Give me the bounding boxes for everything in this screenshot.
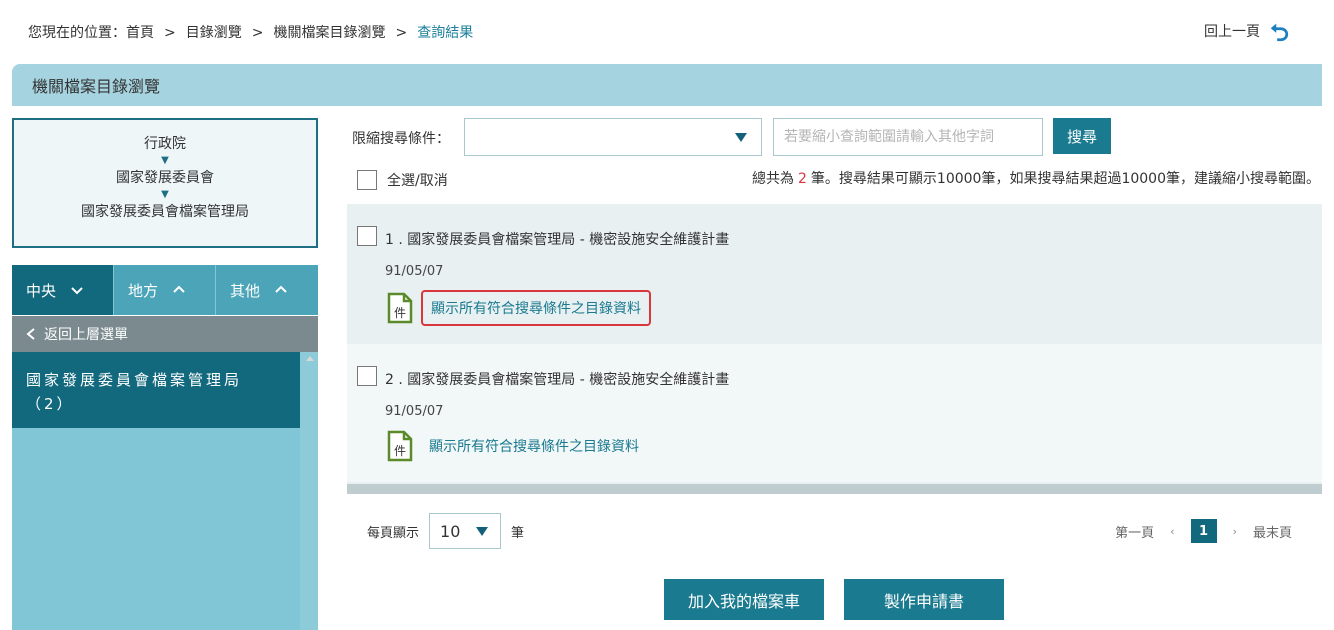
next-page-icon[interactable]: › [1233, 525, 1237, 538]
per-page-value: 10 [440, 521, 461, 541]
result-date: 91/05/07 [385, 264, 444, 279]
chevron-up-icon [173, 285, 185, 293]
first-page-link[interactable]: 第一頁 [1115, 522, 1154, 541]
last-page-link[interactable]: 最末頁 [1253, 522, 1292, 541]
breadcrumb-separator: > [164, 25, 176, 41]
page-title-bar: 機關檔案目錄瀏覽 [12, 64, 1322, 106]
page-number-current[interactable]: 1 [1190, 519, 1217, 543]
org-path-box: 行政院 ▼ 國家發展委員會 ▼ 國家發展委員會檔案管理局 [12, 118, 318, 248]
caret-down-icon [735, 133, 747, 142]
down-arrow-icon: ▼ [161, 189, 169, 200]
result-checkbox[interactable] [357, 366, 377, 386]
filter-keyword-input[interactable] [773, 118, 1043, 156]
result-item: 2 . 國家發展委員會檔案管理局 - 機密設施安全維護計畫 91/05/07 件… [347, 344, 1322, 482]
make-request-button[interactable]: 製作申請書 [844, 579, 1004, 620]
breadcrumb-separator: > [395, 25, 408, 41]
breadcrumb-home[interactable]: 首頁 [126, 25, 154, 41]
org-path-level-1: 行政院 [144, 136, 186, 152]
results-divider [347, 484, 1322, 494]
per-page-label: 每頁顯示 [367, 525, 420, 541]
search-button[interactable]: 搜尋 [1053, 118, 1111, 154]
filter-label: 限縮搜尋條件： [352, 131, 450, 147]
side-item-name: 國家發展委員會檔案管理局 [26, 371, 243, 389]
tab-local[interactable]: 地方 [114, 265, 216, 315]
select-all-label: 全選/取消 [387, 173, 448, 189]
breadcrumb-agency-directory[interactable]: 機關檔案目錄瀏覽 [273, 25, 385, 41]
result-summary: 總共為 2 筆。搜尋結果可顯示10000筆，如果搜尋結果超過10000筆，建議縮小搜… [752, 168, 1320, 188]
tab-label: 中央 [26, 281, 57, 300]
select-all[interactable]: 全選/取消 [357, 170, 448, 190]
breadcrumb-separator: > [251, 25, 264, 41]
per-page-unit: 筆 [511, 525, 525, 541]
document-icon-label: 件 [394, 444, 406, 458]
result-item: 1 . 國家發展委員會檔案管理局 - 機密設施安全維護計畫 91/05/07 件… [347, 204, 1322, 342]
filter-select[interactable] [464, 118, 762, 156]
summary-before: 總共為 [752, 171, 794, 187]
prev-page-icon[interactable]: ‹ [1170, 525, 1174, 538]
back-link-label: 回上一頁 [1204, 24, 1260, 40]
page-title: 機關檔案目錄瀏覽 [32, 77, 161, 96]
result-title[interactable]: 2 . 國家發展委員會檔案管理局 - 機密設施安全維護計畫 [385, 369, 729, 389]
tab-label: 其他 [230, 281, 261, 300]
chevron-down-icon [71, 287, 83, 295]
breadcrumb-current: 查詢結果 [417, 25, 474, 41]
back-arrow-icon [1270, 23, 1289, 42]
down-arrow-icon: ▼ [161, 155, 169, 166]
document-icon: 件 [387, 430, 413, 462]
chevron-up-icon [275, 285, 287, 293]
agency-tabs: 中央 地方 其他 [12, 265, 318, 315]
select-all-checkbox[interactable] [357, 170, 377, 190]
result-count: 2 [798, 171, 807, 187]
result-date: 91/05/07 [385, 404, 444, 419]
document-icon-label: 件 [394, 306, 406, 320]
show-all-catalog-link[interactable]: 顯示所有符合搜尋條件之目錄資料 [421, 430, 647, 462]
result-link-row: 件 顯示所有符合搜尋條件之目錄資料 [387, 430, 647, 462]
back-to-parent-menu[interactable]: 返回上層選單 [12, 316, 318, 352]
per-page-control: 每頁顯示 10 筆 [367, 513, 524, 549]
side-list-scrollbar[interactable] [300, 352, 318, 630]
summary-after: 筆。搜尋結果可顯示10000筆，如果搜尋結果超過10000筆，建議縮小搜尋範圍。 [810, 171, 1320, 187]
chevron-left-icon [26, 328, 35, 340]
scroll-up-icon[interactable] [306, 356, 314, 361]
caret-down-icon [476, 527, 489, 536]
org-path-level-3: 國家發展委員會檔案管理局 [81, 204, 249, 220]
breadcrumb-directory[interactable]: 目錄瀏覽 [186, 25, 242, 41]
tab-label: 地方 [128, 281, 159, 300]
add-to-cart-button[interactable]: 加入我的檔案車 [664, 579, 824, 620]
tab-central[interactable]: 中央 [12, 265, 114, 315]
result-title[interactable]: 1 . 國家發展委員會檔案管理局 - 機密設施安全維護計畫 [385, 229, 729, 249]
show-all-catalog-link[interactable]: 顯示所有符合搜尋條件之目錄資料 [421, 290, 651, 326]
per-page-select[interactable]: 10 [429, 513, 502, 549]
result-link-row: 件 顯示所有符合搜尋條件之目錄資料 [387, 290, 651, 326]
side-item-count: （2） [26, 395, 75, 413]
side-agency-list: 國家發展委員會檔案管理局 （2） [12, 352, 318, 630]
back-menu-label: 返回上層選單 [44, 327, 128, 343]
pagination: 第一頁 ‹ 1 › 最末頁 [1115, 519, 1292, 543]
tab-other[interactable]: 其他 [216, 265, 318, 315]
result-list: 1 . 國家發展委員會檔案管理局 - 機密設施安全維護計畫 91/05/07 件… [347, 204, 1322, 494]
document-icon: 件 [387, 292, 413, 324]
side-list-item[interactable]: 國家發展委員會檔案管理局 （2） [12, 352, 300, 428]
breadcrumb: 您現在的位置：首頁 > 目錄瀏覽 > 機關檔案目錄瀏覽 > 查詢結果 [28, 22, 473, 42]
breadcrumb-prefix: 您現在的位置： [28, 25, 126, 41]
org-path-level-2: 國家發展委員會 [116, 170, 214, 186]
result-checkbox[interactable] [357, 226, 377, 246]
back-link[interactable]: 回上一頁 [1204, 20, 1290, 42]
